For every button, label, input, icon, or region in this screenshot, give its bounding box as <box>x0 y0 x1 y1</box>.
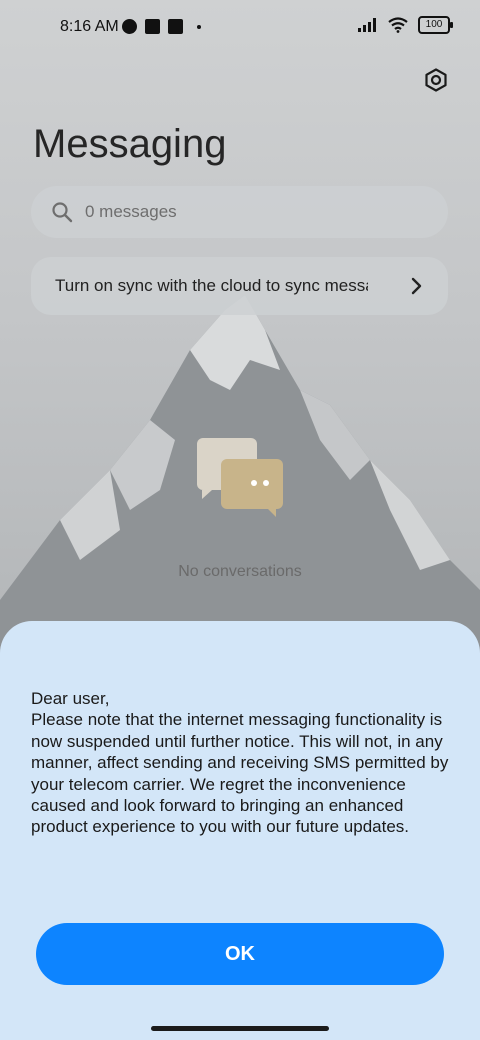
status-bar: 8:16 AM 100 <box>0 0 480 56</box>
search-placeholder: 0 messages <box>85 202 177 221</box>
system-icons: 100 <box>358 16 453 34</box>
ok-button[interactable]: OK <box>36 923 444 985</box>
notice-message: Dear user, Please note that the internet… <box>31 689 449 837</box>
chevron-right-icon <box>411 277 422 295</box>
battery-icon: 100 <box>418 16 453 34</box>
search-input[interactable]: 0 messages <box>31 186 448 238</box>
empty-state-text: No conversations <box>178 563 302 580</box>
upload-icon <box>168 19 183 34</box>
more-notifications-icon <box>197 24 201 29</box>
notification-app-icon <box>122 19 137 34</box>
gear-icon <box>425 68 447 92</box>
status-time: 8:16 AM <box>60 18 119 35</box>
wifi-icon <box>388 17 408 33</box>
notification-square-icon <box>145 19 160 34</box>
settings-button[interactable] <box>420 64 452 96</box>
home-indicator[interactable] <box>151 1026 329 1031</box>
notification-icons <box>122 19 201 34</box>
sync-banner-text: Turn on sync with the cloud to sync mess… <box>55 276 368 295</box>
cloud-sync-banner[interactable]: Turn on sync with the cloud to sync mess… <box>31 257 448 315</box>
empty-conversations-icon <box>197 438 283 517</box>
signal-icon <box>358 18 376 32</box>
page-title: Messaging <box>33 122 227 166</box>
search-icon <box>52 202 73 223</box>
